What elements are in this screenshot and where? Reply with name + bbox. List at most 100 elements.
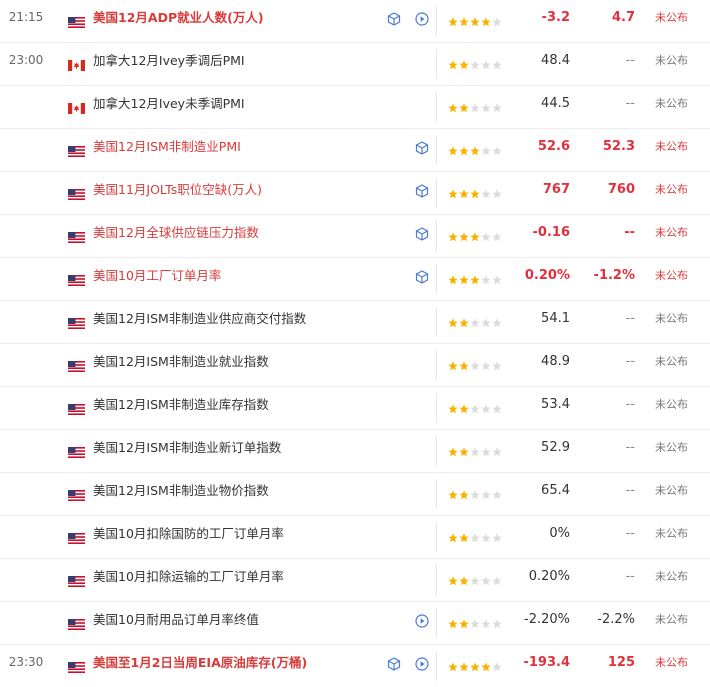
event-name[interactable]: 美国11月JOLTs职位空缺(万人): [93, 172, 262, 214]
table-row[interactable]: 美国10月工厂订单月率 0.20% -1.2% 未公布: [0, 258, 710, 301]
column-divider: [436, 264, 437, 294]
previous-value: --: [625, 526, 635, 541]
importance-stars: [448, 55, 503, 70]
column-divider: [436, 92, 437, 122]
previous-value: --: [625, 53, 635, 68]
importance-stars: [448, 184, 503, 199]
table-row[interactable]: 美国12月ISM非制造业库存指数 53.4 -- 未公布: [0, 387, 710, 430]
table-row[interactable]: 美国11月JOLTs职位空缺(万人) 767 760 未公布: [0, 172, 710, 215]
event-time: 23:00: [8, 53, 44, 67]
importance-stars: [448, 141, 503, 156]
canada-flag-icon: [68, 99, 85, 114]
table-row[interactable]: 23:00 加拿大12月Ivey季调后PMI 48.4 -- 未公布: [0, 43, 710, 86]
cube-icon[interactable]: [415, 226, 429, 241]
previous-value: --: [625, 311, 635, 326]
event-name[interactable]: 美国12月全球供应链压力指数: [93, 215, 259, 257]
status-label: 未公布: [655, 11, 688, 24]
play-icon[interactable]: [415, 613, 429, 628]
table-row[interactable]: 美国12月全球供应链压力指数 -0.16 -- 未公布: [0, 215, 710, 258]
status-label: 未公布: [655, 140, 688, 153]
actual-value: 48.9: [541, 354, 570, 369]
table-row[interactable]: 23:30 美国至1月2日当周EIA原油库存(万桶) -193.4 125 未公布: [0, 645, 710, 687]
event-name[interactable]: 美国10月扣除国防的工厂订单月率: [93, 516, 284, 558]
us-flag-icon: [68, 400, 85, 415]
previous-value: 4.7: [611, 10, 635, 25]
us-flag-icon: [68, 529, 85, 544]
actual-value: 0.20%: [524, 268, 570, 283]
event-name[interactable]: 加拿大12月Ivey季调后PMI: [93, 43, 245, 85]
column-divider: [436, 651, 437, 681]
event-name[interactable]: 美国10月耐用品订单月率终值: [93, 602, 259, 644]
event-name[interactable]: 加拿大12月Ivey未季调PMI: [93, 86, 245, 128]
us-flag-icon: [68, 271, 85, 286]
cube-icon[interactable]: [415, 140, 429, 155]
table-row[interactable]: 美国12月ISM非制造业物价指数 65.4 -- 未公布: [0, 473, 710, 516]
cube-icon[interactable]: [387, 11, 401, 26]
us-flag-icon: [68, 658, 85, 673]
us-flag-icon: [68, 185, 85, 200]
us-flag-icon: [68, 357, 85, 372]
actual-value: 52.6: [537, 139, 570, 154]
us-flag-icon: [68, 443, 85, 458]
us-flag-icon: [68, 142, 85, 157]
table-row[interactable]: 美国10月耐用品订单月率终值 -2.20% -2.2% 未公布: [0, 602, 710, 645]
event-name[interactable]: 美国至1月2日当周EIA原油库存(万桶): [93, 645, 307, 687]
status-label: 未公布: [655, 398, 688, 411]
us-flag-icon: [68, 615, 85, 630]
cube-icon[interactable]: [415, 183, 429, 198]
event-name[interactable]: 美国12月ISM非制造业物价指数: [93, 473, 269, 515]
cube-icon[interactable]: [387, 656, 401, 671]
column-divider: [436, 350, 437, 380]
table-row[interactable]: 美国12月ISM非制造业新订单指数 52.9 -- 未公布: [0, 430, 710, 473]
column-divider: [436, 49, 437, 79]
previous-value: --: [625, 354, 635, 369]
table-row[interactable]: 美国12月ISM非制造业供应商交付指数 54.1 -- 未公布: [0, 301, 710, 344]
us-flag-icon: [68, 572, 85, 587]
status-label: 未公布: [655, 312, 688, 325]
us-flag-icon: [68, 314, 85, 329]
importance-stars: [448, 657, 503, 672]
previous-value: 125: [607, 655, 635, 670]
column-divider: [436, 522, 437, 552]
importance-stars: [448, 313, 503, 328]
importance-stars: [448, 571, 503, 586]
importance-stars: [448, 528, 503, 543]
cube-icon[interactable]: [415, 269, 429, 284]
status-label: 未公布: [655, 226, 688, 239]
table-row[interactable]: 美国12月ISM非制造业PMI 52.6 52.3 未公布: [0, 129, 710, 172]
status-label: 未公布: [655, 613, 688, 626]
actual-value: 0%: [549, 526, 570, 541]
play-icon[interactable]: [415, 11, 429, 26]
actual-value: -0.16: [532, 225, 570, 240]
event-time: 23:30: [8, 655, 44, 669]
event-name[interactable]: 美国12月ISM非制造业供应商交付指数: [93, 301, 306, 343]
actual-value: -193.4: [523, 655, 570, 670]
event-name[interactable]: 美国10月扣除运输的工厂订单月率: [93, 559, 284, 601]
status-label: 未公布: [655, 441, 688, 454]
importance-stars: [448, 227, 503, 242]
column-divider: [436, 393, 437, 423]
table-row[interactable]: 美国10月扣除运输的工厂订单月率 0.20% -- 未公布: [0, 559, 710, 602]
event-name[interactable]: 美国12月ISM非制造业就业指数: [93, 344, 269, 386]
status-label: 未公布: [655, 269, 688, 282]
previous-value: -1.2%: [593, 268, 635, 283]
column-divider: [436, 479, 437, 509]
event-name[interactable]: 美国12月ISM非制造业PMI: [93, 129, 241, 171]
previous-value: --: [625, 440, 635, 455]
table-row[interactable]: 美国10月扣除国防的工厂订单月率 0% -- 未公布: [0, 516, 710, 559]
play-icon[interactable]: [415, 656, 429, 671]
table-row[interactable]: 加拿大12月Ivey未季调PMI 44.5 -- 未公布: [0, 86, 710, 129]
status-label: 未公布: [655, 97, 688, 110]
table-row[interactable]: 21:15 美国12月ADP就业人数(万人) -3.2 4.7 未公布: [0, 0, 710, 43]
actual-value: -3.2: [541, 10, 570, 25]
actual-value: 767: [542, 182, 570, 197]
event-name[interactable]: 美国12月ISM非制造业新订单指数: [93, 430, 281, 472]
importance-stars: [448, 12, 503, 27]
event-name[interactable]: 美国10月工厂订单月率: [93, 258, 221, 300]
actual-value: 53.4: [541, 397, 570, 412]
event-name[interactable]: 美国12月ADP就业人数(万人): [93, 0, 264, 42]
table-row[interactable]: 美国12月ISM非制造业就业指数 48.9 -- 未公布: [0, 344, 710, 387]
status-label: 未公布: [655, 527, 688, 540]
event-name[interactable]: 美国12月ISM非制造业库存指数: [93, 387, 269, 429]
column-divider: [436, 307, 437, 337]
